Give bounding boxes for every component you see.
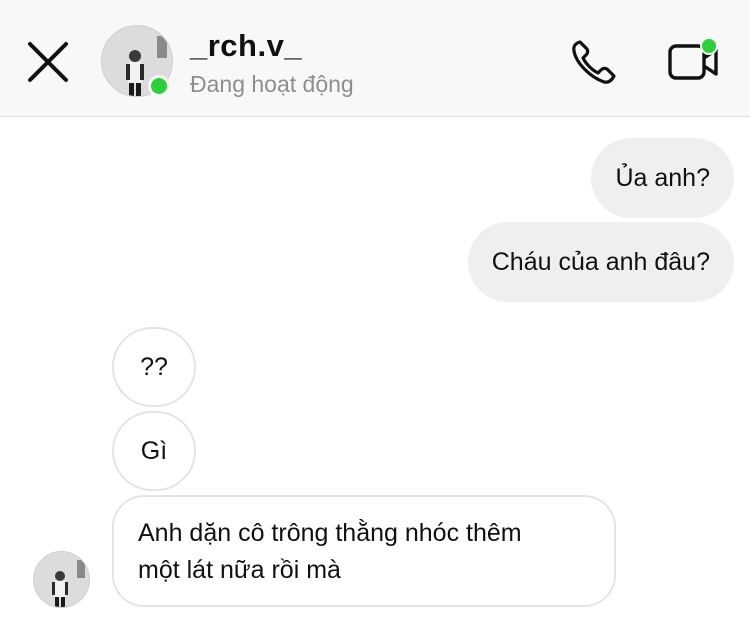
close-icon (28, 42, 68, 82)
chat-username[interactable]: _rch.v_ (190, 28, 302, 64)
message-text-line: một lát nữa rồi mà (138, 556, 341, 584)
incoming-message[interactable]: Anh dặn cô trông thằng nhóc thêm một lát… (112, 495, 616, 607)
incoming-message[interactable]: Gì (112, 411, 196, 491)
message-text: ?? (140, 353, 168, 381)
outgoing-message[interactable]: Ủa anh? (591, 138, 734, 218)
incoming-message[interactable]: ?? (112, 327, 196, 407)
outgoing-message[interactable]: Cháu của anh đâu? (467, 222, 734, 302)
voice-call-button[interactable] (568, 36, 620, 88)
close-button[interactable] (24, 38, 72, 86)
online-status-indicator (148, 75, 170, 97)
video-call-button[interactable] (664, 34, 722, 86)
message-text: Gì (140, 437, 168, 465)
message-text: Ủa anh? (615, 164, 710, 192)
video-camera-icon (668, 37, 718, 80)
message-text-line: Anh dặn cô trông thằng nhóc thêm (138, 519, 522, 547)
message-text: Cháu của anh đâu? (491, 248, 710, 276)
activity-status: Đang hoạt động (190, 71, 354, 97)
phone-icon (572, 40, 616, 84)
profile-avatar[interactable] (101, 25, 173, 97)
sender-avatar[interactable] (33, 551, 90, 608)
chat-header: _rch.v_ Đang hoạt động (0, 0, 750, 117)
